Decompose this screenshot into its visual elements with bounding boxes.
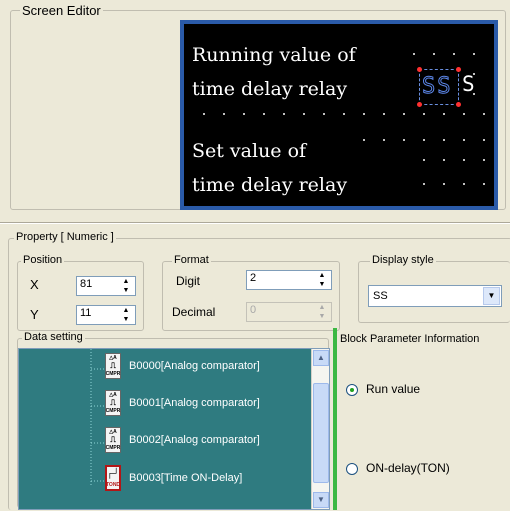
- x-spinner[interactable]: ▲ ▼: [118, 277, 134, 295]
- analog-comparator-icon: △A ⎍ CMPR: [105, 390, 121, 416]
- on-delay-radio[interactable]: [346, 463, 358, 475]
- spin-up-icon[interactable]: ▲: [314, 271, 330, 280]
- selection-handle-tl[interactable]: [417, 67, 422, 72]
- scroll-down-arrow-icon[interactable]: ▼: [313, 492, 329, 508]
- tree-item-label: B0002[Analog comparator]: [129, 434, 260, 446]
- digit-spinner[interactable]: ▲ ▼: [314, 271, 330, 289]
- spin-up-icon[interactable]: ▲: [118, 277, 134, 286]
- selection-handle-bl[interactable]: [417, 102, 422, 107]
- display-style-title: Display style: [370, 254, 436, 266]
- selection-handle-br[interactable]: [456, 102, 461, 107]
- lcd-line-2: time delay relay: [192, 78, 348, 100]
- display-style-select[interactable]: SS ▼: [368, 285, 502, 307]
- spin-down-icon[interactable]: ▼: [118, 286, 134, 295]
- tree-item-label: B0000[Analog comparator]: [129, 360, 260, 372]
- on-delay-timer-icon: ┌┘ TOND: [105, 465, 121, 491]
- lcd-numeric-suffix: S: [462, 72, 475, 96]
- lcd-numeric-value: SS: [422, 74, 453, 100]
- run-value-radio[interactable]: [346, 384, 358, 396]
- spin-down-icon[interactable]: ▼: [314, 280, 330, 289]
- y-label: Y: [30, 307, 39, 322]
- run-value-label[interactable]: Run value: [366, 382, 420, 396]
- lcd-line-3: Set value of: [192, 140, 307, 162]
- scroll-up-arrow-icon[interactable]: ▲: [313, 350, 329, 366]
- tree-item-b0000[interactable]: △A ⎍ CMPR B0000[Analog comparator]: [105, 353, 260, 379]
- decimal-label: Decimal: [172, 305, 216, 319]
- block-parameter-title: Block Parameter Information: [340, 333, 480, 345]
- display-style-value: SS: [373, 290, 388, 302]
- analog-comparator-icon: △A ⎍ CMPR: [105, 427, 121, 453]
- x-label: X: [30, 277, 39, 292]
- lcd-line-4: time delay relay: [192, 174, 348, 196]
- property-title: Property [ Numeric ]: [14, 231, 116, 243]
- on-delay-label[interactable]: ON-delay(TON): [366, 461, 450, 475]
- analog-comparator-icon: △A ⎍ CMPR: [105, 353, 121, 379]
- spin-down-icon[interactable]: ▼: [118, 315, 134, 324]
- lcd-screen: Running value of time delay relay Set va…: [184, 24, 494, 206]
- tree-item-b0001[interactable]: △A ⎍ CMPR B0001[Analog comparator]: [105, 390, 260, 416]
- panel-separator: [0, 222, 510, 224]
- tree-item-b0003[interactable]: ┌┘ TOND B0003[Time ON-Delay]: [105, 465, 242, 491]
- data-setting-tree[interactable]: △A ⎍ CMPR B0000[Analog comparator] △A ⎍ CMPR…: [18, 348, 330, 510]
- splitter-bar[interactable]: [333, 328, 337, 510]
- spin-up-icon[interactable]: ▲: [314, 303, 330, 312]
- tree-scrollbar[interactable]: ▲ ▼: [311, 349, 329, 509]
- lcd-numeric-field[interactable]: SS: [417, 67, 461, 107]
- tree-item-b0002[interactable]: △A ⎍ CMPR B0002[Analog comparator]: [105, 427, 260, 453]
- position-title: Position: [21, 254, 65, 266]
- data-setting-title: Data setting: [22, 331, 85, 343]
- digit-label: Digit: [176, 274, 201, 288]
- screen-editor-title: Screen Editor: [20, 3, 103, 18]
- tree-item-label: B0003[Time ON-Delay]: [129, 472, 243, 484]
- scroll-thumb[interactable]: [313, 383, 329, 483]
- format-title: Format: [172, 254, 211, 266]
- y-spinner[interactable]: ▲ ▼: [118, 306, 134, 324]
- tree-item-label: B0001[Analog comparator]: [129, 397, 260, 409]
- spin-down-icon[interactable]: ▼: [314, 312, 330, 321]
- spin-up-icon[interactable]: ▲: [118, 306, 134, 315]
- lcd-line-1: Running value of: [192, 44, 356, 66]
- radio-selected-dot: [350, 388, 354, 392]
- dropdown-arrow-icon[interactable]: ▼: [483, 287, 500, 305]
- decimal-spinner[interactable]: ▲ ▼: [314, 303, 330, 321]
- selection-handle-tr[interactable]: [456, 67, 461, 72]
- lcd-preview[interactable]: Running value of time delay relay Set va…: [180, 20, 498, 210]
